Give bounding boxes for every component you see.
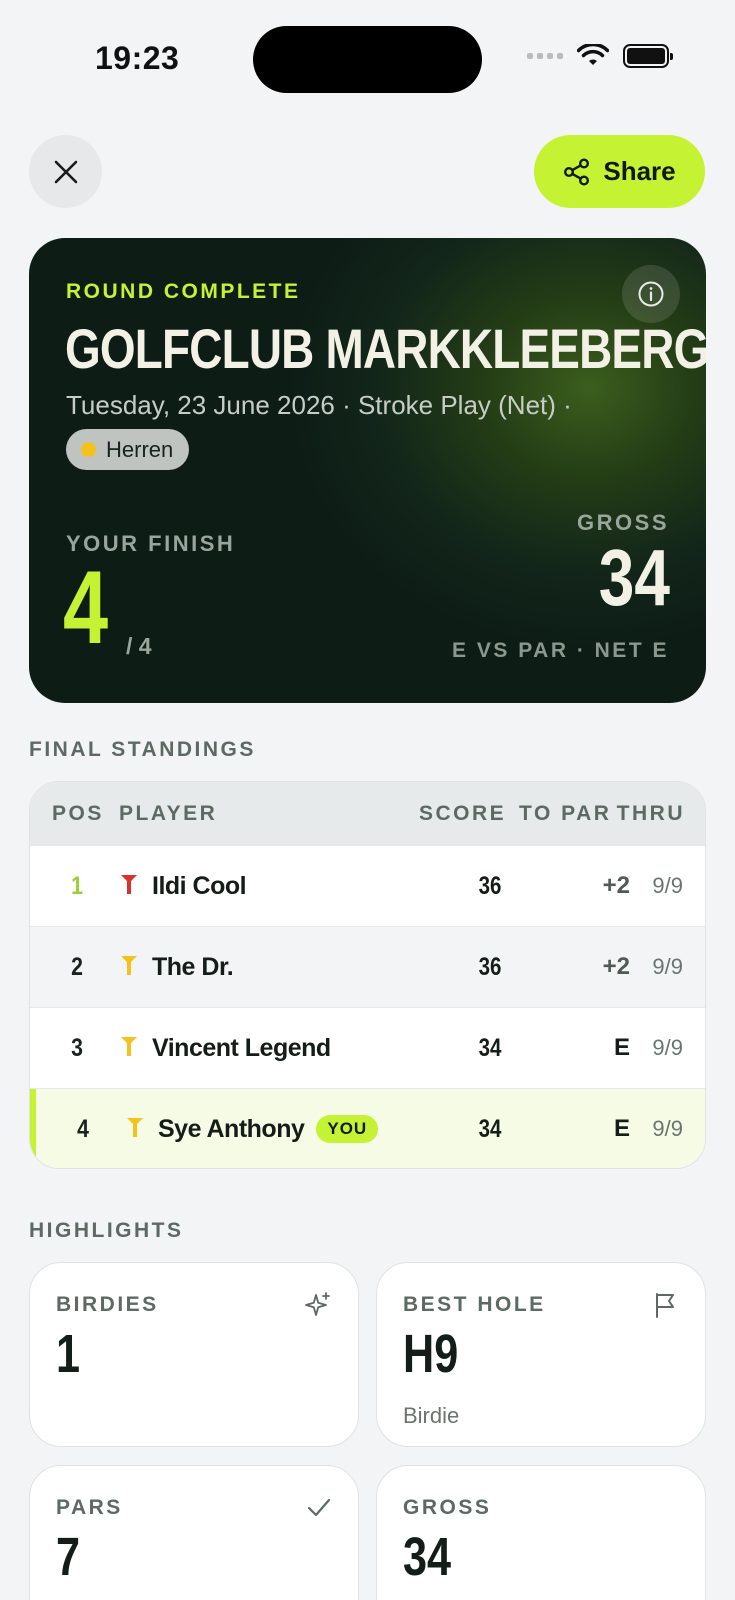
standings-header: POS PLAYER SCORE TO PAR THRU xyxy=(30,782,705,845)
check-icon xyxy=(307,1498,331,1517)
you-badge: YOU xyxy=(316,1115,379,1143)
highlight-card-birdies: BIRDIES 1 xyxy=(29,1262,359,1447)
share-button[interactable]: Share xyxy=(534,135,705,208)
row-player: Sye Anthony YOU xyxy=(158,1114,379,1144)
row-score: 36 xyxy=(478,871,502,900)
row-position: 2 xyxy=(71,952,83,981)
signal-icon xyxy=(527,53,563,59)
row-to-par: +2 xyxy=(602,953,630,980)
finish-total: / 4 xyxy=(126,633,152,659)
row-thru: 9/9 xyxy=(652,873,683,898)
score-vs-par: E VS PAR · NET E xyxy=(452,639,669,662)
gross-score: 34 xyxy=(598,533,670,622)
info-icon xyxy=(638,281,664,307)
highlight-label: PARS xyxy=(56,1496,123,1519)
share-label: Share xyxy=(603,156,676,186)
info-button[interactable] xyxy=(622,265,680,323)
tee-icon xyxy=(127,1118,143,1137)
standings-section-label: FINAL STANDINGS xyxy=(29,738,256,761)
flag-icon xyxy=(656,1293,674,1318)
highlight-value: 34 xyxy=(403,1527,452,1587)
close-button[interactable] xyxy=(29,135,102,208)
status-time: 19:23 xyxy=(95,40,180,76)
col-player: PLAYER xyxy=(119,802,218,825)
highlight-card-pars: PARS 7 xyxy=(29,1465,359,1600)
table-row[interactable]: 2 The Dr. 36 +2 9/9 xyxy=(30,926,705,1007)
tee-icon xyxy=(121,1037,137,1056)
highlights-section-label: HIGHLIGHTS xyxy=(29,1219,184,1242)
highlight-value: 1 xyxy=(56,1324,81,1384)
table-row[interactable]: 1 Ildi Cool 36 +2 9/9 xyxy=(30,845,705,926)
col-thru: THRU xyxy=(616,802,685,825)
row-player-name: Vincent Legend xyxy=(152,1033,331,1062)
highlight-value: 7 xyxy=(56,1527,81,1587)
row-position: 3 xyxy=(71,1033,83,1062)
tee-label: Herren xyxy=(106,436,174,462)
highlight-label: BEST HOLE xyxy=(403,1293,546,1316)
sparkle-icon xyxy=(305,1292,330,1316)
highlight-label: BIRDIES xyxy=(56,1293,159,1316)
close-icon xyxy=(54,160,77,183)
row-to-par: E xyxy=(613,1034,630,1061)
row-thru: 9/9 xyxy=(652,1035,683,1060)
dynamic-island xyxy=(253,26,482,93)
row-score: 36 xyxy=(478,952,502,981)
col-pos: POS xyxy=(52,802,104,825)
row-player-name: The Dr. xyxy=(152,952,234,981)
highlight-card-best-hole: BEST HOLE H9 Birdie xyxy=(376,1262,706,1447)
row-to-par: +2 xyxy=(602,872,630,899)
highlight-label: GROSS xyxy=(403,1496,492,1519)
highlight-subtext: Birdie xyxy=(403,1403,460,1428)
tee-badge: Herren xyxy=(66,429,190,470)
standings-table: POS PLAYER SCORE TO PAR THRU 1 Ildi Cool… xyxy=(29,781,706,1169)
row-position: 1 xyxy=(71,871,83,900)
round-details: Tuesday, 23 June 2026 · Stroke Play (Net… xyxy=(66,390,572,420)
tee-color-dot xyxy=(81,442,96,457)
battery-icon xyxy=(623,44,673,68)
finish-position: 4 xyxy=(63,550,109,666)
row-to-par: E xyxy=(613,1115,630,1142)
status-icons xyxy=(527,44,673,68)
row-player-name: Sye Anthony xyxy=(158,1114,305,1143)
wifi-icon xyxy=(577,44,609,65)
row-score: 34 xyxy=(478,1114,502,1143)
highlight-card-gross: GROSS 34 xyxy=(376,1465,706,1600)
share-icon xyxy=(564,158,590,186)
col-score: SCORE xyxy=(419,802,507,825)
col-to-par: TO PAR xyxy=(519,802,612,825)
row-thru: 9/9 xyxy=(652,1116,683,1141)
table-row[interactable]: 3 Vincent Legend 34 E 9/9 xyxy=(30,1007,705,1088)
table-row-current-user[interactable]: 4 Sye Anthony YOU 34 E 9/9 xyxy=(30,1088,705,1168)
tee-icon xyxy=(121,956,137,975)
row-thru: 9/9 xyxy=(652,954,683,979)
round-status: ROUND COMPLETE xyxy=(66,280,301,303)
row-position: 4 xyxy=(77,1114,89,1143)
highlight-value: H9 xyxy=(403,1324,459,1384)
row-score: 34 xyxy=(478,1033,502,1062)
tee-icon xyxy=(121,875,137,894)
course-name: GOLFCLUB MARKKLEEBERG xyxy=(65,317,706,380)
row-player-name: Ildi Cool xyxy=(152,871,247,900)
round-summary-card: ROUND COMPLETE GOLFCLUB MARKKLEEBERG Tue… xyxy=(29,238,706,703)
